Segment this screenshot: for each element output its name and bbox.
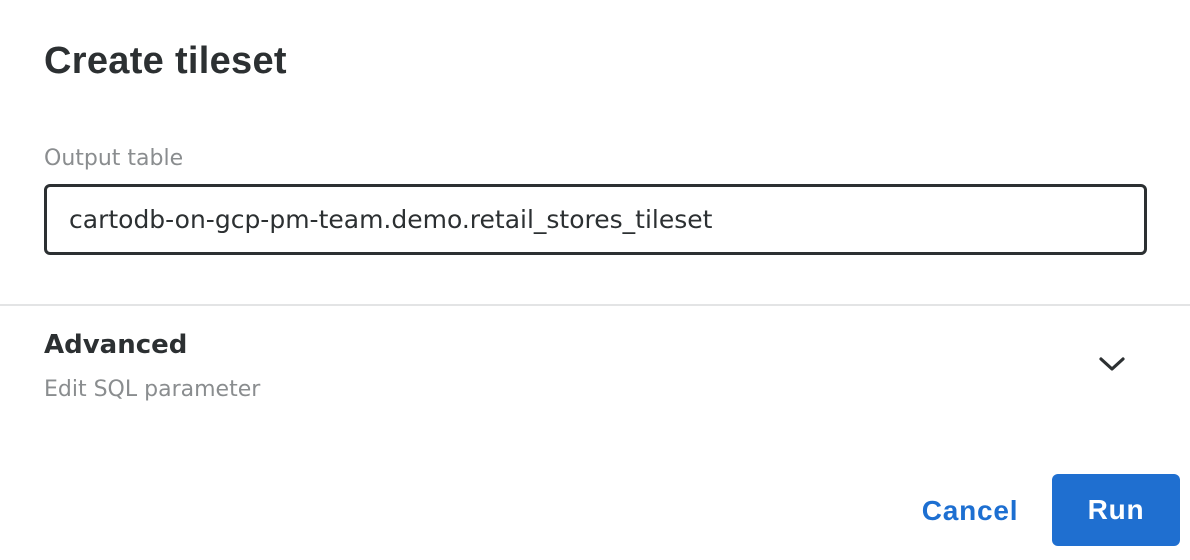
advanced-section-toggle[interactable]: Advanced Edit SQL parameter: [0, 306, 1190, 416]
advanced-subtitle: Edit SQL parameter: [44, 377, 261, 402]
output-table-input[interactable]: [69, 205, 1144, 234]
output-table-label: Output table: [44, 146, 184, 171]
advanced-title: Advanced: [44, 330, 188, 360]
output-table-field[interactable]: [44, 184, 1147, 255]
dialog-title: Create tileset: [44, 40, 287, 82]
create-tileset-dialog: Create tileset Output table Advanced Edi…: [0, 0, 1190, 560]
run-button[interactable]: Run: [1052, 474, 1180, 546]
chevron-down-icon[interactable]: [1097, 353, 1127, 375]
cancel-button[interactable]: Cancel: [900, 476, 1040, 546]
